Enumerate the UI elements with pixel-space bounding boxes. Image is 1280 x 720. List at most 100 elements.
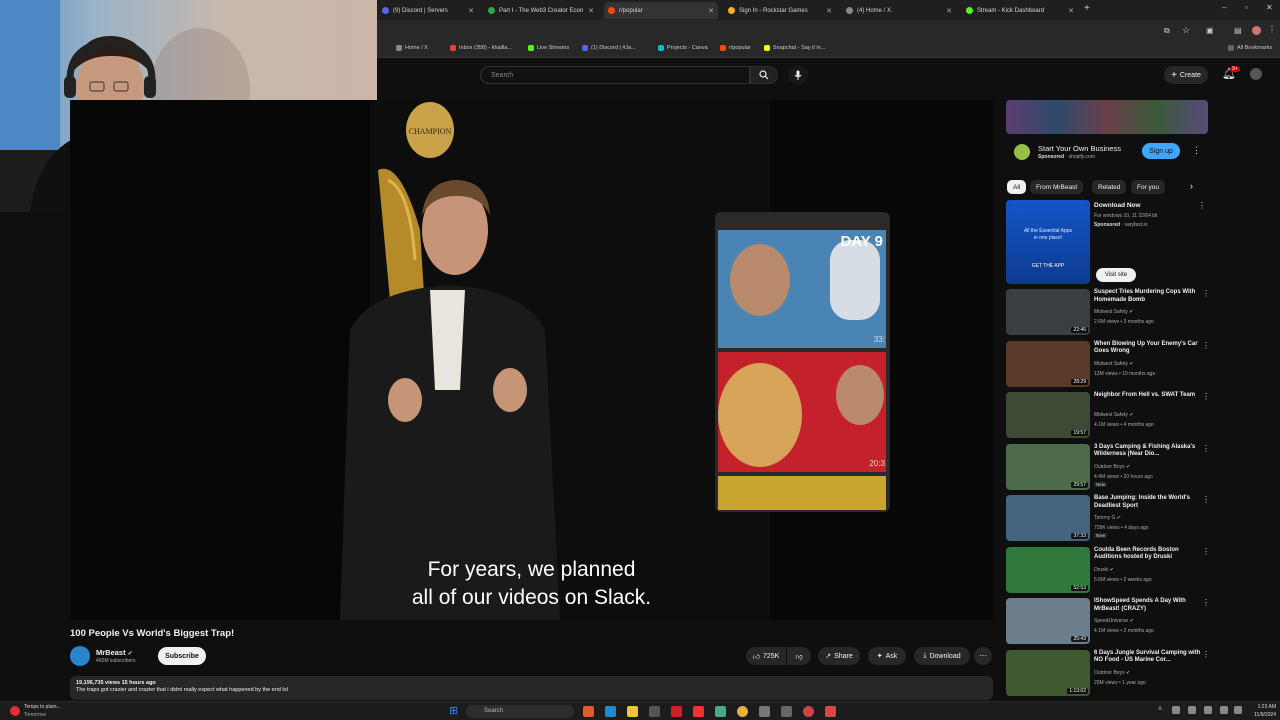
chip-all[interactable]: All (1007, 180, 1027, 194)
maximize-button[interactable]: ▫ (1245, 3, 1248, 12)
network-icon[interactable] (1220, 706, 1228, 714)
close-icon[interactable]: ✕ (946, 7, 952, 15)
bookmark[interactable]: r/popular (720, 45, 751, 51)
visit-site-button[interactable]: Visit site (1096, 268, 1136, 282)
bookmark[interactable]: (1) Discord | #Ja... (582, 45, 636, 51)
video-thumbnail[interactable]: 37:33 (1006, 495, 1090, 541)
video-title[interactable]: 3 Days Camping & Fishing Alaska's Wilder… (1094, 444, 1202, 459)
star-icon[interactable]: ☆ (1182, 25, 1190, 36)
create-button[interactable]: + Create (1164, 66, 1208, 84)
tray-icon[interactable] (1188, 706, 1196, 714)
all-bookmarks[interactable]: All Bookmarks (1228, 45, 1272, 51)
channel-name[interactable]: Druski ✔ (1094, 567, 1114, 573)
sidepanel-icon[interactable]: ▤ (1234, 26, 1242, 35)
video-thumbnail[interactable]: 52:53 (1006, 546, 1090, 593)
app-icon[interactable] (671, 706, 682, 717)
tray-icon[interactable] (1204, 706, 1212, 714)
more-vert-icon[interactable]: ⋮ (1202, 495, 1210, 504)
chip-from-mrbeast[interactable]: From MrBeast (1030, 180, 1084, 194)
more-vert-icon[interactable]: ⋮ (1202, 289, 1210, 298)
video-title[interactable]: Neighbor From Hell vs. SWAT Team (1094, 392, 1202, 400)
recommended-video[interactable]: 37:33 Base Jumping: Inside the World's De… (1006, 495, 1216, 541)
video-title[interactable]: Coulda Been Records Boston Auditions hos… (1094, 547, 1202, 562)
video-title[interactable]: Base Jumping: Inside the World's Deadlie… (1094, 495, 1202, 510)
search-button[interactable] (750, 66, 778, 84)
video-thumbnail[interactable]: 28:29 (1006, 340, 1090, 387)
edge-icon[interactable] (605, 706, 616, 717)
video-player[interactable]: CHAMPION DAY 9 33: 20:3 For years, we pl… (70, 100, 993, 620)
more-vert-icon[interactable]: ⋮ (1268, 25, 1276, 34)
taskbar-search-input[interactable]: Search (466, 705, 574, 718)
file-explorer-icon[interactable] (627, 706, 638, 717)
subscribe-button[interactable]: Subscribe (158, 647, 206, 665)
video-title[interactable]: Suspect Tries Murdering Cops With Homema… (1094, 289, 1202, 304)
store-icon[interactable] (649, 706, 660, 717)
close-icon[interactable]: ✕ (588, 7, 594, 15)
settings-icon[interactable] (759, 706, 770, 717)
channel-name[interactable]: Outdoor Boys ✔ (1094, 670, 1130, 676)
recommended-video[interactable]: 19:57 Neighbor From Hell vs. SWAT Team Mid… (1006, 392, 1216, 438)
recommended-video[interactable]: 25:43 IShowSpeed Spends A Day With MrBeas… (1006, 598, 1216, 644)
voice-search-button[interactable] (788, 65, 808, 85)
chrome-icon[interactable] (737, 706, 748, 717)
app-icon[interactable] (825, 706, 836, 717)
video-thumbnail[interactable]: 29:57 (1006, 443, 1090, 490)
app-icon[interactable] (693, 706, 704, 717)
ad-signup-button[interactable]: Sign up (1142, 143, 1180, 159)
volume-icon[interactable] (1234, 706, 1242, 714)
app-icon[interactable] (583, 706, 594, 717)
recommended-video[interactable]: 1:13:02 6 Days Jungle Survival Camping wi… (1006, 649, 1216, 696)
video-title[interactable]: 6 Days Jungle Survival Camping with NO F… (1094, 650, 1202, 665)
channel-name[interactable]: Midwest Safety ✔ (1094, 412, 1134, 418)
video-thumbnail[interactable]: 1:13:02 (1006, 649, 1090, 696)
more-vert-icon[interactable]: ⋮ (1192, 145, 1201, 156)
close-window-button[interactable]: ✕ (1266, 3, 1273, 12)
recommended-video[interactable]: 28:29 When Blowing Up Your Enemy's Car Go… (1006, 340, 1216, 387)
more-vert-icon[interactable]: ⋮ (1202, 598, 1210, 607)
browser-tab-active[interactable]: r/popular ✕ (604, 2, 718, 19)
close-icon[interactable]: ✕ (468, 7, 474, 15)
more-vert-icon[interactable]: ⋮ (1202, 392, 1210, 401)
video-title[interactable]: IShowSpeed Spends A Day With MrBeast! (C… (1094, 598, 1202, 613)
app-icon[interactable] (715, 706, 726, 717)
browser-tab[interactable]: (9) Discord | Servers ✕ (378, 2, 478, 19)
app-icon[interactable] (781, 706, 792, 717)
video-thumbnail[interactable]: 19:57 (1006, 392, 1090, 438)
more-vert-icon[interactable]: ⋮ (1202, 547, 1210, 556)
description-box[interactable]: 19,196,735 views 15 hours ago The traps … (70, 676, 993, 700)
recommended-video[interactable]: 52:53 Coulda Been Records Boston Audition… (1006, 546, 1216, 593)
video-thumbnail[interactable]: 22:46 (1006, 289, 1090, 335)
more-vert-icon[interactable]: ⋮ (1198, 201, 1206, 210)
dislike-button[interactable]: 👎︎ (787, 647, 811, 665)
profile-avatar[interactable] (1252, 26, 1261, 35)
more-actions-button[interactable]: ⋯ (974, 647, 992, 665)
bookmark[interactable]: Live Streams (528, 45, 569, 51)
channel-avatar[interactable] (70, 646, 90, 666)
close-icon[interactable]: ✕ (708, 7, 714, 15)
bookmark[interactable]: Home / X (396, 45, 428, 51)
new-tab-button[interactable]: + (1084, 3, 1090, 14)
recommended-video[interactable]: 22:46 Suspect Tries Murdering Cops With H… (1006, 289, 1216, 335)
browser-tab[interactable]: (4) Home / X ✕ (842, 2, 956, 19)
channel-name[interactable]: Midwest Safety ✔ (1094, 309, 1134, 315)
channel-name[interactable]: MrBeast ✔ (96, 648, 133, 657)
cast-icon[interactable]: ⧉ (1164, 26, 1170, 36)
channel-name[interactable]: Tommy G ✔ (1094, 515, 1121, 521)
minimize-button[interactable]: – (1222, 3, 1226, 12)
download-button[interactable]: ⤓ Download (914, 647, 970, 665)
close-icon[interactable]: ✕ (826, 7, 832, 15)
tray-icon[interactable] (1172, 706, 1180, 714)
clock-time[interactable]: 1:23 AM (1250, 704, 1276, 710)
chevron-right-icon[interactable]: › (1190, 181, 1193, 191)
extensions-icon[interactable]: ▣ (1206, 26, 1214, 35)
video-thumbnail[interactable]: 25:43 (1006, 598, 1090, 644)
chip-related[interactable]: Related (1092, 180, 1127, 194)
chip-for-you[interactable]: For you (1131, 180, 1166, 194)
share-button[interactable]: ↗ Share (818, 647, 860, 665)
browser-tab[interactable]: Sign In - Rockstar Games ✕ (724, 2, 836, 19)
recommended-video[interactable]: 29:57 3 Days Camping & Fishing Alaska's W… (1006, 443, 1216, 490)
more-vert-icon[interactable]: ⋮ (1202, 444, 1210, 453)
close-icon[interactable]: ✕ (1068, 7, 1074, 15)
bookmark[interactable]: Inbox (358) - khailla... (450, 45, 512, 51)
weather-text[interactable]: Temps to plum... (24, 704, 61, 710)
